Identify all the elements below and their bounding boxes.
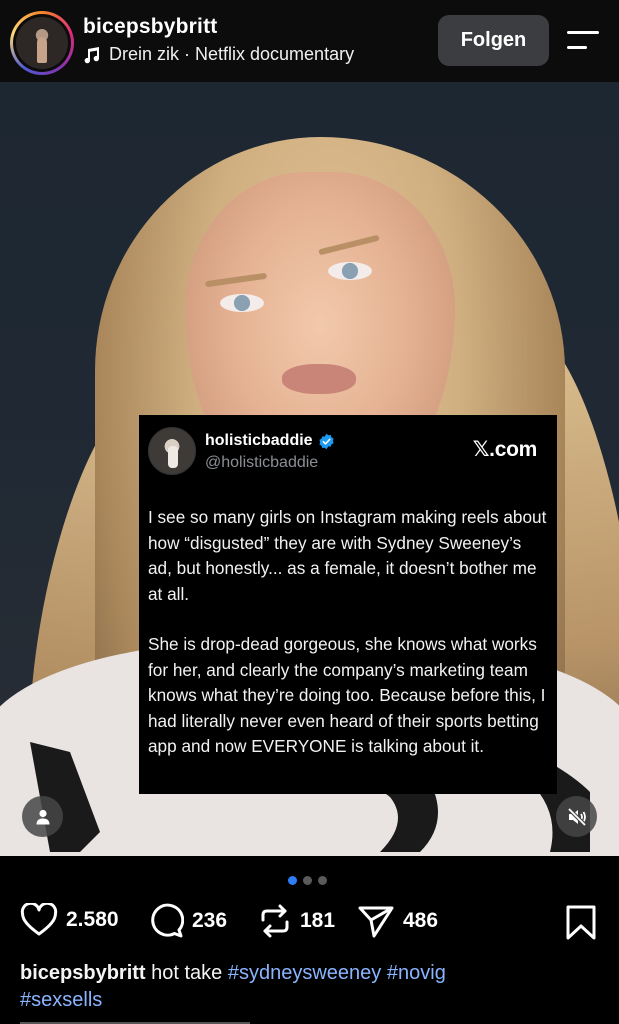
photo-lips — [282, 364, 356, 394]
post-header: bicepsbybritt Drein zik · Netflix docume… — [0, 0, 619, 82]
tweet-card: holisticbaddie @holisticbaddie 𝕏.com I s… — [139, 415, 557, 794]
person-icon — [36, 809, 49, 824]
carousel-dot-active — [288, 876, 297, 885]
bookmark-icon[interactable] — [565, 905, 597, 941]
verified-badge-icon — [318, 433, 334, 449]
photo-eye-left — [220, 294, 264, 312]
follow-button[interactable]: Folgen — [438, 15, 549, 66]
like-button[interactable]: 2.580 — [20, 903, 119, 937]
tweet-source-label: 𝕏.com — [472, 438, 538, 461]
carousel-dot — [318, 876, 327, 885]
share-count: 486 — [403, 909, 439, 932]
carousel-indicator — [288, 876, 327, 885]
comment-icon — [151, 903, 184, 938]
hashtag[interactable]: #sexsells — [20, 989, 102, 1011]
send-icon — [358, 906, 394, 938]
repost-button[interactable]: 181 — [258, 903, 335, 939]
comment-button[interactable]: 236 — [148, 903, 227, 939]
action-bar: 2.580 236 181 486 — [0, 900, 619, 946]
story-avatar[interactable] — [10, 11, 74, 75]
hashtag[interactable]: #sydneysweeney — [228, 962, 381, 984]
carousel-dot — [303, 876, 312, 885]
username[interactable]: bicepsbybritt — [83, 15, 217, 39]
like-count: 2.580 — [66, 908, 119, 931]
tweet-handle: @holisticbaddie — [205, 454, 319, 471]
caption-username[interactable]: bicepsbybritt — [20, 962, 146, 984]
tweet-paragraph: She is drop-dead gorgeous, she knows wha… — [148, 634, 546, 756]
mute-button[interactable] — [556, 796, 597, 837]
audio-label: Drein zik · Netflix documentary — [109, 44, 355, 64]
tweet-body: I see so many girls on Instagram making … — [148, 505, 548, 760]
comment-count: 236 — [192, 909, 228, 932]
share-button[interactable]: 486 — [357, 903, 438, 939]
tweet-display-name-text: holisticbaddie — [205, 432, 313, 449]
menu-icon[interactable] — [567, 30, 601, 52]
repost-count: 181 — [300, 909, 336, 932]
photo-eye-right — [328, 262, 372, 280]
caption-text: hot take — [151, 962, 223, 984]
post-caption: bicepsbybritt hot take #sydneysweeney #n… — [20, 960, 610, 1014]
music-note-icon — [84, 46, 100, 63]
muted-speaker-icon — [567, 807, 586, 826]
repost-icon — [261, 904, 289, 938]
tweet-paragraph: I see so many girls on Instagram making … — [148, 507, 547, 604]
tweet-avatar — [148, 427, 196, 475]
avatar-border — [13, 14, 71, 72]
tagged-people-button[interactable] — [22, 796, 63, 837]
avatar — [16, 17, 68, 69]
tweet-display-name: holisticbaddie — [205, 432, 335, 450]
heart-icon — [20, 903, 58, 936]
audio-row[interactable]: Drein zik · Netflix documentary — [83, 44, 354, 65]
next-line-cutoff — [20, 1016, 320, 1024]
hashtag[interactable]: #novig — [387, 962, 446, 984]
